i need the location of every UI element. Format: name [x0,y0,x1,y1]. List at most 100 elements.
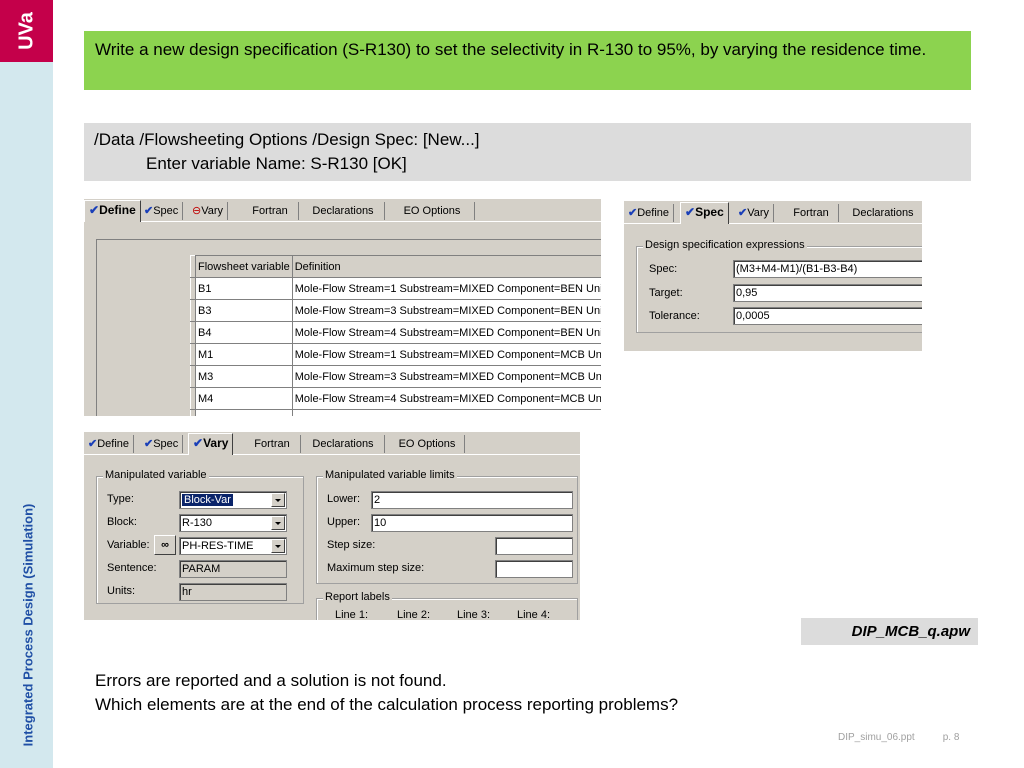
define-window: ✔Define ✔Spec ⊖Vary Fortran Declarations… [84,199,601,416]
definition-cell[interactable]: Mole-Flow Stream=3 Substream=MIXED Compo… [291,299,601,322]
tab-vary[interactable]: ✔Vary [188,433,234,455]
tab-vary[interactable]: ⊖Vary [188,202,229,220]
tab-bar: ✔Define ✔Spec ✔Vary Fortran Declarations… [84,432,580,455]
tab-spec[interactable]: ✔Spec [140,202,184,220]
chevron-down-icon[interactable] [271,516,285,530]
type-select[interactable]: Block-Var [179,491,287,509]
design-spec-group: Design specification expressions Spec: (… [636,239,922,333]
report-labels-group: Report labels Line 1: Line 2: Line 3: Li… [316,591,578,620]
block-label: Block: [107,516,137,528]
tab-define[interactable]: ✔Define [84,435,135,453]
tab-eo-options[interactable]: EO Options [390,435,465,453]
sidebar: UVa Integrated Process Design (Simulatio… [0,0,53,768]
column-header-variable: Flowsheet variable [195,255,293,278]
check-icon: ✔ [738,207,748,219]
tab-fortran[interactable]: Fortran [784,204,839,222]
line4-label: Line 4: [517,609,551,620]
units-field: hr [179,583,287,601]
tab-define[interactable]: ✔Define [624,204,675,222]
variable-limits-group: Manipulated variable limits Lower: 2 Upp… [316,469,578,584]
variable-cell[interactable]: M3 [195,365,293,388]
tab-spec[interactable]: ✔Spec [680,202,729,224]
chevron-down-icon[interactable] [271,493,285,507]
tab-define[interactable]: ✔Define [84,200,141,222]
variables-grid: Flowsheet variable Definition B1 Mole-Flo… [190,255,601,416]
binoculars-icon[interactable]: ∞ [154,535,176,555]
course-title: Integrated Process Design (Simulation) [20,503,36,747]
tolerance-input[interactable]: 0,0005 [733,307,922,325]
error-icon: ⊖ [192,205,202,217]
menu-path-line2: Enter variable Name: S-R130 [OK] [146,154,407,173]
column-header-definition: Definition [291,255,601,278]
table-row[interactable]: B4 Mole-Flow Stream=4 Substream=MIXED Com… [190,321,601,344]
line3-label: Line 3: [457,609,491,620]
question-line1: Errors are reported and a solution is no… [95,671,447,690]
group-title: Manipulated variable [103,469,209,481]
menu-path-box: /Data /Flowsheeting Options /Design Spec… [84,123,971,181]
lower-limit-input[interactable]: 2 [371,491,573,509]
variable-cell[interactable]: B3 [195,299,293,322]
step-size-input[interactable] [495,537,573,555]
check-icon: ✔ [144,205,154,217]
table-row[interactable]: M1 Mole-Flow Stream=1 Substream=MIXED Com… [190,343,601,366]
vary-window: ✔Define ✔Spec ✔Vary Fortran Declarations… [84,432,580,620]
definition-cell[interactable]: Mole-Flow Stream=4 Substream=MIXED Compo… [291,387,601,410]
group-title: Design specification expressions [643,239,807,251]
grid-header-row: Flowsheet variable Definition [190,255,601,278]
variable-cell[interactable]: M4 [195,387,293,410]
definition-cell[interactable]: Mole-Flow Stream=1 Substream=MIXED Compo… [291,277,601,300]
logo-text: UVa [15,12,38,50]
table-row[interactable]: M3 Mole-Flow Stream=3 Substream=MIXED Com… [190,365,601,388]
table-row[interactable]: M4 Mole-Flow Stream=4 Substream=MIXED Com… [190,387,601,410]
spec-expression-input[interactable]: (M3+M4-M1)/(B1-B3-B4) [733,260,922,278]
tab-eo-options[interactable]: EO Options [390,202,475,220]
definition-cell[interactable]: Mole-Flow Stream=3 Substream=MIXED Compo… [291,365,601,388]
upper-label: Upper: [327,516,361,528]
target-label: Target: [649,287,683,299]
tab-spec[interactable]: ✔Spec [140,435,184,453]
units-label: Units: [107,585,136,597]
tab-fortran[interactable]: Fortran [242,202,299,220]
spec-window: ✔Define ✔Spec ✔Vary Fortran Declarations… [624,201,922,351]
line2-label: Line 2: [397,609,431,620]
check-icon: ✔ [628,207,638,219]
question-line2: Which elements are at the end of the cal… [95,695,679,714]
sentence-field: PARAM [179,560,287,578]
group-title: Report labels [323,591,392,603]
target-input[interactable]: 0,95 [733,284,922,302]
step-size-label: Step size: [327,539,376,551]
definition-cell[interactable]: Mole-Flow Stream=4 Substream=MIXED Compo… [291,321,601,344]
max-step-size-input[interactable] [495,560,573,578]
tab-declarations[interactable]: Declarations [302,202,385,220]
manipulated-variable-group: Manipulated variable Type: Block-Var Blo… [96,469,304,604]
upper-limit-input[interactable]: 10 [371,514,573,532]
menu-path-line1: /Data /Flowsheeting Options /Design Spec… [94,130,480,149]
check-icon: ✔ [88,438,98,450]
sentence-label: Sentence: [107,562,157,574]
table-row[interactable]: B3 Mole-Flow Stream=3 Substream=MIXED Com… [190,299,601,322]
block-select[interactable]: R-130 [179,514,287,532]
tab-declarations[interactable]: Declarations [302,435,385,453]
variable-select[interactable]: PH-RES-TIME [179,537,287,555]
tolerance-label: Tolerance: [649,310,700,322]
question-text: Errors are reported and a solution is no… [95,669,678,717]
tab-fortran[interactable]: Fortran [244,435,301,453]
footer-file: DIP_simu_06.ppt [838,732,915,743]
tab-vary[interactable]: ✔Vary [734,204,775,222]
table-row[interactable]: B1 Mole-Flow Stream=1 Substream=MIXED Com… [190,277,601,300]
variable-cell[interactable]: B1 [195,277,293,300]
definition-cell[interactable]: Mole-Flow Stream=1 Substream=MIXED Compo… [291,343,601,366]
variable-cell[interactable]: B4 [195,321,293,344]
tab-bar: ✔Define ✔Spec ✔Vary Fortran Declarations [624,201,922,224]
check-icon: ✔ [89,203,100,217]
tab-declarations[interactable]: Declarations [842,204,922,222]
table-row-empty[interactable] [190,409,601,416]
instruction-box: Write a new design specification (S-R130… [84,31,971,90]
line1-label: Line 1: [335,609,369,620]
uva-logo: UVa [0,0,53,62]
chevron-down-icon[interactable] [271,539,285,553]
variable-cell[interactable]: M1 [195,343,293,366]
max-step-size-label: Maximum step size: [327,562,425,574]
variable-label: Variable: [107,539,150,551]
page-number: p. 8 [942,732,960,743]
